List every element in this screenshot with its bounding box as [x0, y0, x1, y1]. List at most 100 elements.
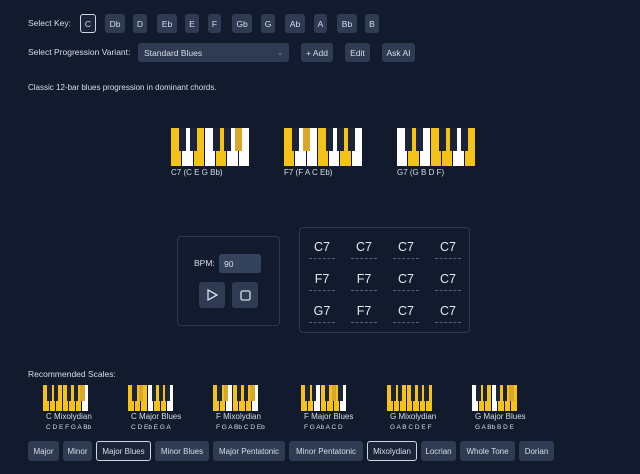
- black-key-Ab[interactable]: [158, 385, 163, 401]
- key-button-Eb[interactable]: Eb: [157, 14, 177, 33]
- grid-cell[interactable]: F7: [344, 304, 384, 323]
- black-key-Db[interactable]: [47, 385, 52, 401]
- scale-notes: G A B C D E F: [390, 424, 432, 431]
- grid-cell[interactable]: C7: [386, 304, 426, 323]
- scale-type-button[interactable]: Whole Tone: [460, 441, 515, 461]
- black-key-Ab[interactable]: [331, 385, 336, 401]
- grid-cell[interactable]: F7: [344, 272, 384, 291]
- black-key-Db[interactable]: [178, 128, 186, 151]
- grid-cell[interactable]: G7: [302, 304, 342, 323]
- scale-type-button[interactable]: Mixolydian: [367, 441, 417, 461]
- progression-grid: C7 C7 C7 C7 F7 F7 C7 C7 G7 F7 C7 C7: [299, 227, 470, 333]
- black-key-Db[interactable]: [391, 385, 396, 401]
- chord-name: C7: [440, 272, 456, 286]
- black-key-Bb[interactable]: [424, 385, 429, 401]
- key-button-F[interactable]: F: [208, 14, 221, 33]
- grid-cell[interactable]: C7: [428, 304, 468, 323]
- key-button-E[interactable]: E: [185, 14, 199, 33]
- black-key-Db[interactable]: [404, 128, 412, 151]
- grid-cell[interactable]: C7: [386, 240, 426, 259]
- scale-type-button[interactable]: Locrian: [421, 441, 456, 461]
- black-key-Eb[interactable]: [415, 128, 424, 151]
- black-key-Bb[interactable]: [338, 385, 343, 401]
- black-key-Ab[interactable]: [243, 385, 248, 401]
- black-key-Db[interactable]: [291, 128, 299, 151]
- grid-cell[interactable]: C7: [428, 272, 468, 291]
- black-key-Bb[interactable]: [250, 385, 255, 401]
- black-key-Gb[interactable]: [325, 385, 330, 401]
- black-key-Db[interactable]: [476, 385, 481, 401]
- scale-type-button[interactable]: Minor Blues: [155, 441, 209, 461]
- ask-ai-button[interactable]: Ask AI: [382, 43, 415, 62]
- player-panel: BPM: 90: [177, 236, 280, 326]
- black-key-Bb[interactable]: [165, 385, 170, 401]
- scale-keyboard: [43, 385, 90, 411]
- black-key-Gb[interactable]: [152, 385, 157, 401]
- black-key-Eb[interactable]: [312, 385, 317, 401]
- key-button-A[interactable]: A: [314, 14, 327, 33]
- scale-type-button[interactable]: Major: [28, 441, 59, 461]
- black-key-Ab[interactable]: [73, 385, 78, 401]
- black-key-Db[interactable]: [217, 385, 222, 401]
- beat-markers: [309, 258, 335, 259]
- scale-type-button[interactable]: Major Pentatonic: [213, 441, 285, 461]
- chord-name: F7: [356, 272, 372, 286]
- scale-type-button[interactable]: Major Blues: [96, 441, 151, 461]
- grid-cell[interactable]: C7: [344, 240, 384, 259]
- scale-name: G Mixolydian: [390, 412, 437, 421]
- grid-cell[interactable]: F7: [302, 272, 342, 291]
- edit-button[interactable]: Edit: [345, 43, 370, 62]
- chord-name: C7: [398, 240, 414, 254]
- black-key-Bb[interactable]: [509, 385, 514, 401]
- key-button-C[interactable]: C: [80, 14, 96, 33]
- play-button[interactable]: [199, 282, 225, 308]
- black-key-Db[interactable]: [132, 385, 137, 401]
- grid-cell[interactable]: C7: [428, 240, 468, 259]
- black-key-Ab[interactable]: [223, 128, 232, 151]
- chord-name: C7: [398, 304, 414, 318]
- black-key-Gb[interactable]: [438, 128, 446, 151]
- black-key-Ab[interactable]: [502, 385, 507, 401]
- scale-type-button[interactable]: Dorian: [519, 441, 554, 461]
- key-button-D[interactable]: D: [133, 14, 147, 33]
- black-key-Gb[interactable]: [237, 385, 242, 401]
- key-button-Bb[interactable]: Bb: [337, 14, 357, 33]
- stop-button[interactable]: [232, 282, 258, 308]
- black-key-Ab[interactable]: [336, 128, 345, 151]
- black-key-Eb[interactable]: [189, 128, 198, 151]
- scale-keyboard: [213, 385, 260, 411]
- black-key-Eb[interactable]: [139, 385, 144, 401]
- scale-type-button[interactable]: Minor Pentatonic: [289, 441, 363, 461]
- chord-name: C7: [440, 240, 456, 254]
- black-key-Bb[interactable]: [80, 385, 85, 401]
- black-key-Bb[interactable]: [235, 128, 243, 151]
- black-key-Eb[interactable]: [302, 128, 311, 151]
- progression-select[interactable]: Standard Blues ⌄: [138, 43, 289, 62]
- key-button-Ab[interactable]: Ab: [285, 14, 305, 33]
- key-button-B[interactable]: B: [365, 14, 379, 33]
- black-key-Gb[interactable]: [212, 128, 220, 151]
- beat-markers: [393, 290, 419, 291]
- black-key-Bb[interactable]: [461, 128, 469, 151]
- black-key-Db[interactable]: [305, 385, 310, 401]
- add-button[interactable]: + Add: [301, 43, 333, 62]
- black-key-Gb[interactable]: [67, 385, 72, 401]
- key-button-Db[interactable]: Db: [105, 14, 125, 33]
- black-key-Ab[interactable]: [417, 385, 422, 401]
- black-key-Gb[interactable]: [496, 385, 501, 401]
- bpm-input[interactable]: 90: [219, 254, 261, 273]
- black-key-Eb[interactable]: [398, 385, 403, 401]
- black-key-Ab[interactable]: [449, 128, 458, 151]
- black-key-Gb[interactable]: [325, 128, 333, 151]
- key-button-Gb[interactable]: Gb: [232, 14, 252, 33]
- black-key-Bb[interactable]: [348, 128, 356, 151]
- black-key-Eb[interactable]: [483, 385, 488, 401]
- black-key-Gb[interactable]: [411, 385, 416, 401]
- black-key-Eb[interactable]: [224, 385, 229, 401]
- scale-type-button[interactable]: Minor: [63, 441, 92, 461]
- black-key-Eb[interactable]: [54, 385, 59, 401]
- grid-cell[interactable]: C7: [302, 240, 342, 259]
- key-button-G[interactable]: G: [261, 14, 275, 33]
- scale-notes: F G Ab A C D: [304, 424, 343, 431]
- grid-cell[interactable]: C7: [386, 272, 426, 291]
